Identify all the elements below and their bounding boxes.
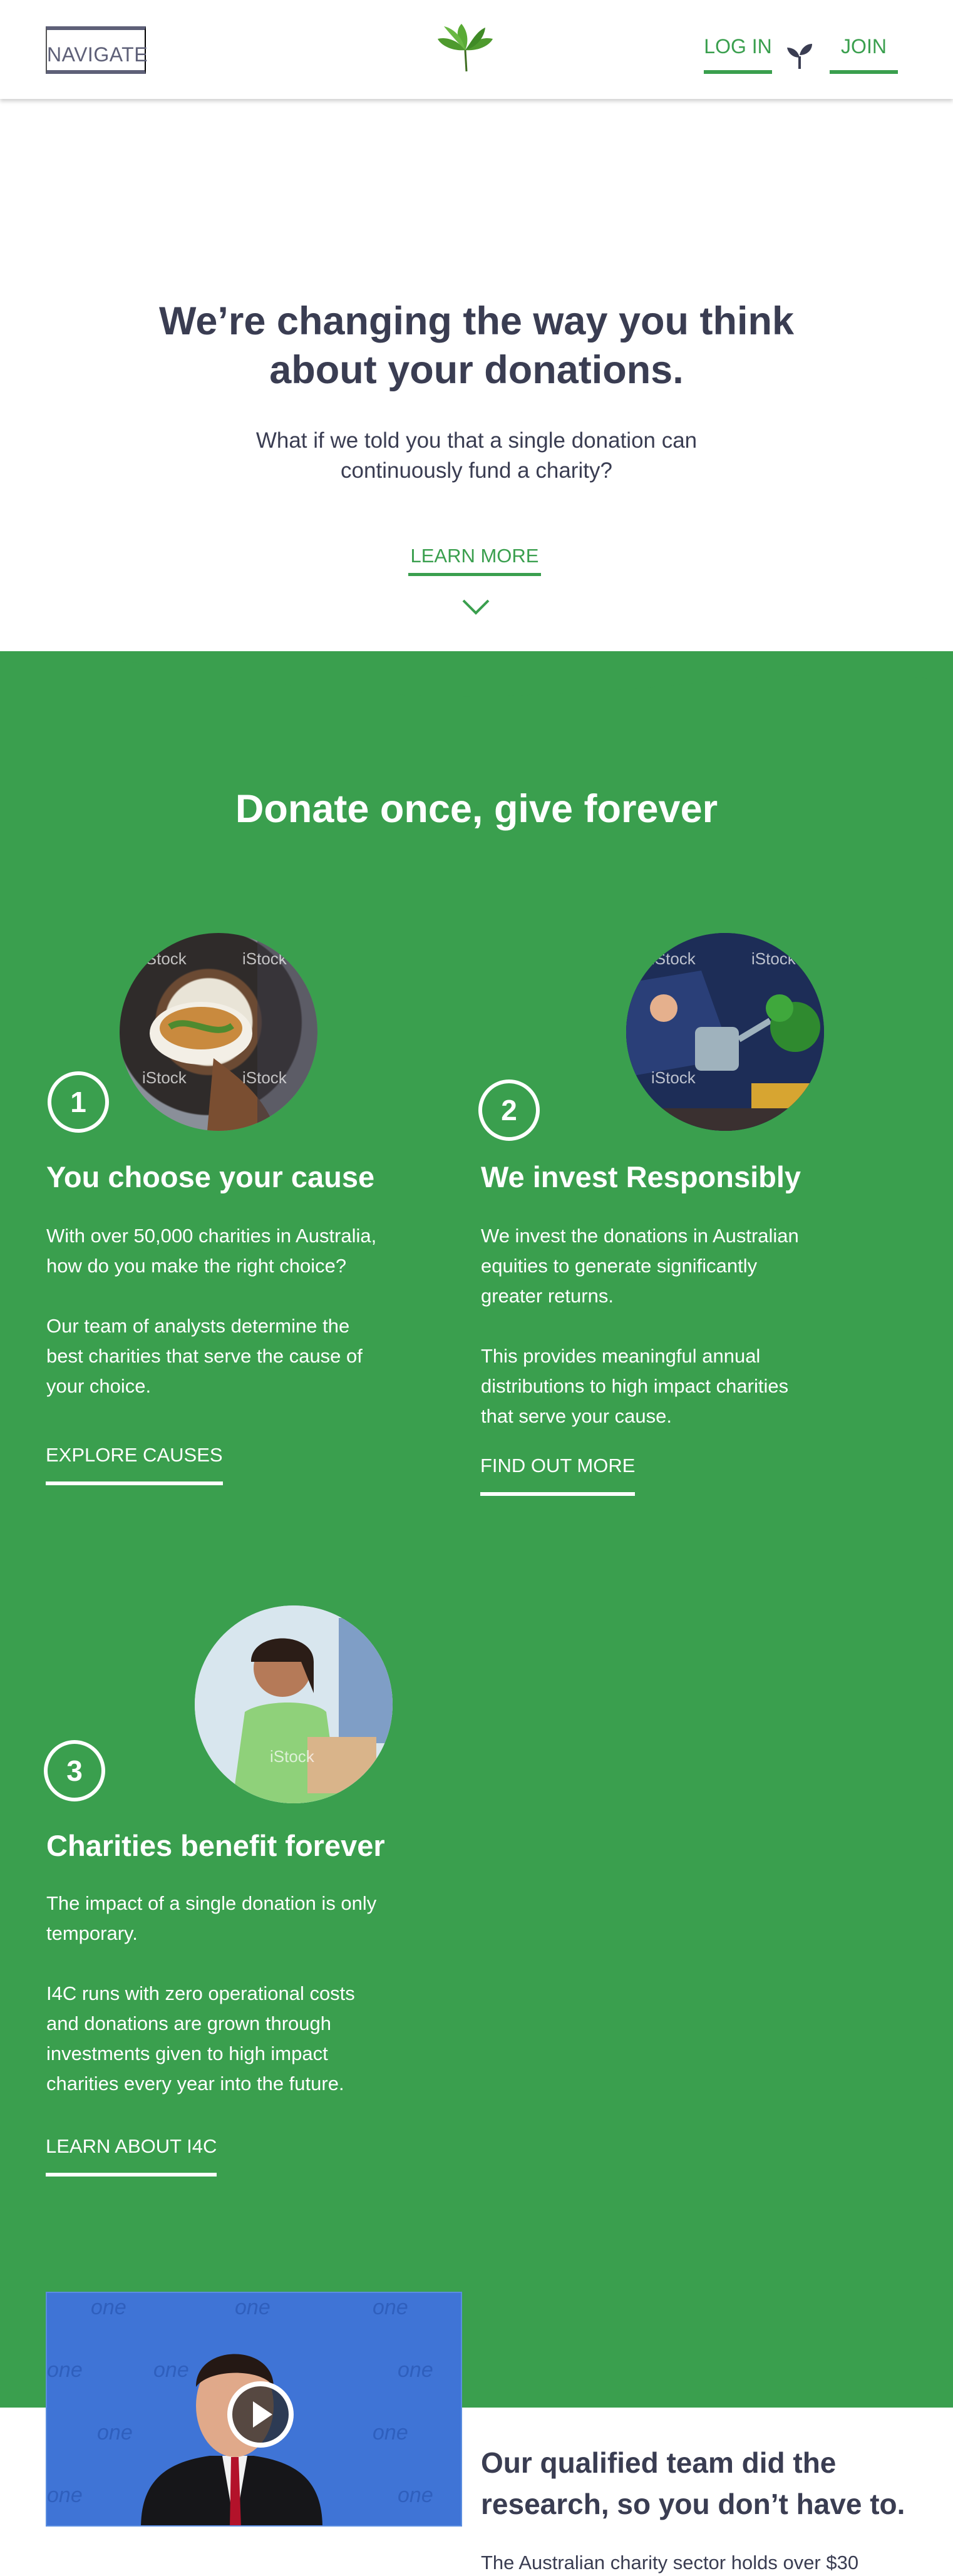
step-title: Charities benefit forever [46,1829,385,1862]
wave-divider [0,654,953,701]
watermark-text: iStock [142,1068,187,1087]
investment-photo: iStock iStock iStock [626,933,824,1131]
volunteer-photo: iStock [195,1605,393,1803]
watermark-text: iStock [651,1068,696,1087]
backdrop-text: one [398,2483,433,2507]
join-link[interactable]: JOIN [830,33,898,74]
step-text-line: your choice. [46,1375,152,1397]
step-number-badge: 2 [478,1079,540,1141]
hero-title-line: We’re changing the way you think [159,299,794,343]
site-header: NAVIGATE LOG IN JOIN [0,0,953,99]
backdrop-text: one [91,2295,126,2319]
backdrop-text: one [373,2421,408,2445]
explore-causes-link[interactable]: EXPLORE CAUSES [46,1444,223,1485]
backdrop-text: one [153,2358,189,2382]
photo-illustration: iStock [195,1605,393,1803]
team-paragraph: The Australian charity sector holds over… [481,2552,859,2573]
step-text-line: distributions to high impact charities [481,1375,789,1397]
backdrop-text: one [373,2295,408,2319]
photo-illustration: iStock iStock iStock [626,933,824,1131]
step-description: The impact of a single donation is only … [46,1888,435,2099]
backdrop-text: one [235,2295,270,2319]
step-text-line: temporary. [46,1922,138,1944]
step-text-line: We invest the donations in Australian [481,1225,799,1247]
play-button[interactable] [227,2381,294,2448]
photo-illustration: iStock iStock iStock iStock [142,933,317,1131]
watermark-text: iStock [270,1747,315,1766]
login-link[interactable]: LOG IN [704,33,772,74]
step-text-line: best charities that serve the cause of [46,1345,363,1367]
step-description: With over 50,000 charities in Australia,… [46,1221,435,1401]
step-text-line: With over 50,000 charities in Australia, [46,1225,377,1247]
step-number-badge: 3 [44,1740,105,1801]
step-text-line: equities to generate significantly [481,1255,758,1277]
navigate-button[interactable]: NAVIGATE [46,26,148,74]
step-text-line: and donations are grown through [46,2012,331,2034]
step-text-line: investments given to high impact [46,2043,328,2064]
backdrop-text: one [47,2358,83,2382]
hero-title: We’re changing the way you think about y… [132,297,821,394]
hero-title-line: about your donations. [269,348,684,392]
step-text-line: that serve your cause. [481,1405,672,1427]
backdrop-text: one [97,2421,133,2445]
team-heading-line: research, so you don’t have to. [481,2488,905,2520]
step-text-line: I4C runs with zero operational costs [46,1982,355,2004]
hero-subtitle-line: continuously fund a charity? [341,458,612,483]
chevron-down-icon[interactable] [461,597,491,617]
backdrop-text: one [398,2358,433,2382]
watermark-text: iStock [242,1068,287,1087]
step-text-line: how do you make the right choice? [46,1255,347,1277]
step-number-badge: 1 [48,1071,109,1133]
backdrop-text: one [47,2483,83,2507]
find-out-more-link[interactable]: FIND OUT MORE [480,1455,636,1496]
play-icon [253,2401,272,2428]
hero-subtitle: What if we told you that a single donati… [195,426,758,486]
hero-subtitle-line: What if we told you that a single donati… [255,428,698,453]
learn-about-i4c-link[interactable]: LEARN ABOUT I4C [46,2135,217,2177]
team-heading-line: Our qualified team did the [481,2446,837,2479]
team-heading: Our qualified team did the research, so … [481,2442,919,2525]
section-title: Donate once, give forever [235,787,718,831]
leaf-logo-icon[interactable] [435,23,495,73]
step-text-line: The impact of a single donation is only [46,1892,377,1914]
step-text-line: Our team of analysts determine the [46,1315,350,1337]
step-title: You choose your cause [46,1160,375,1193]
soup-bowl-photo: iStock iStock iStock iStock [120,933,317,1131]
step-text-line: charities every year into the future. [46,2073,344,2094]
step-description: We invest the donations in Australian eq… [481,1221,869,1431]
step-title: We invest Responsibly [481,1160,801,1193]
learn-more-link[interactable]: LEARN MORE [408,545,541,576]
step-text-line: This provides meaningful annual [481,1345,761,1367]
sprout-icon [787,44,812,69]
step-text-line: greater returns. [481,1285,614,1307]
